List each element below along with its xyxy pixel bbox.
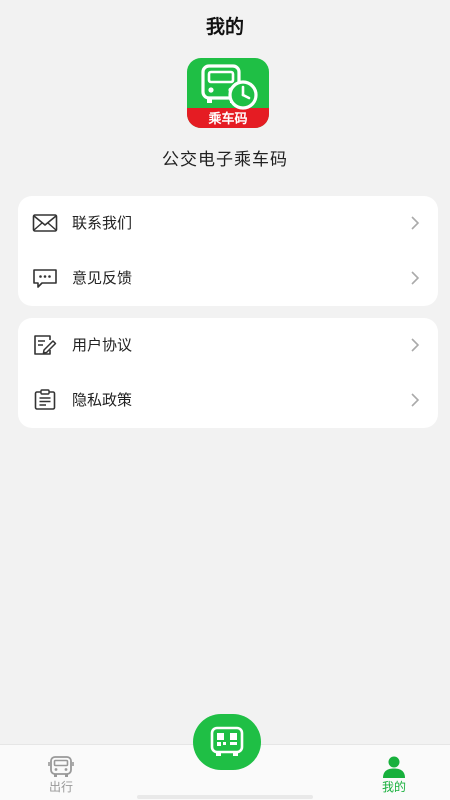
agreement-icon xyxy=(32,334,58,356)
menu-item-feedback[interactable]: 意见反馈 xyxy=(18,251,438,306)
menu-item-label: 意见反馈 xyxy=(72,269,133,287)
menu-item-user-agreement[interactable]: 用户协议 xyxy=(18,318,438,373)
menu-item-contact-us[interactable]: 联系我们 xyxy=(18,196,438,251)
tab-mine[interactable]: 我的 xyxy=(354,745,434,800)
menu-item-label: 隐私政策 xyxy=(72,391,133,409)
app-name: 公交电子乘车码 xyxy=(162,150,288,170)
menu-item-label: 联系我们 xyxy=(72,214,133,232)
bus-clock-logo-icon: 乘车码 xyxy=(187,58,269,128)
tab-label: 出行 xyxy=(48,780,73,794)
page-title: 我的 xyxy=(205,16,244,38)
bus-icon xyxy=(48,755,74,779)
feedback-icon xyxy=(32,267,58,289)
chevron-right-icon xyxy=(410,392,420,408)
ride-code-button[interactable] xyxy=(193,714,261,770)
menu-group-contact: 联系我们 意见反馈 xyxy=(18,196,438,306)
logo-text: 乘车码 xyxy=(207,111,247,127)
menu-group-legal: 用户协议 隐私政策 xyxy=(18,318,438,428)
menu-item-label: 用户协议 xyxy=(72,336,133,354)
tab-travel[interactable]: 出行 xyxy=(21,745,101,800)
privacy-icon xyxy=(32,389,58,411)
menu-item-privacy-policy[interactable]: 隐私政策 xyxy=(18,373,438,428)
person-icon xyxy=(381,755,407,779)
chevron-right-icon xyxy=(410,215,420,231)
chevron-right-icon xyxy=(410,270,420,286)
home-indicator xyxy=(137,795,313,799)
tab-label: 我的 xyxy=(381,780,406,794)
bus-qr-icon xyxy=(210,726,244,756)
app-logo: 乘车码 xyxy=(187,58,269,128)
mail-icon xyxy=(32,212,58,234)
chevron-right-icon xyxy=(410,337,420,353)
